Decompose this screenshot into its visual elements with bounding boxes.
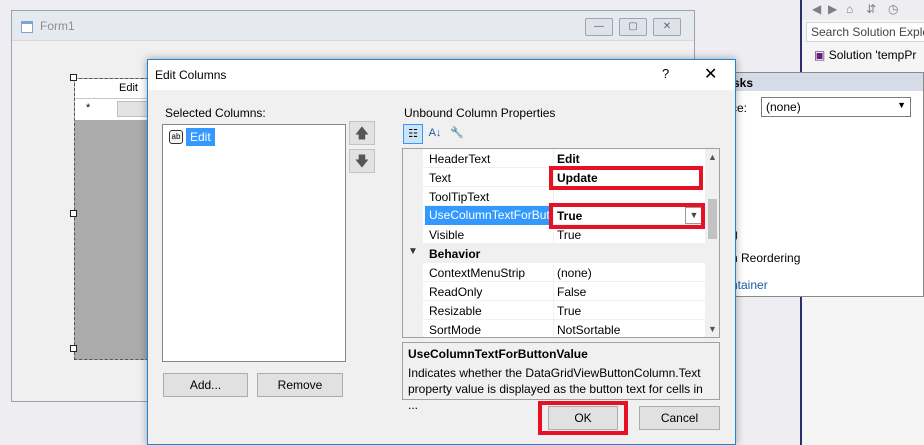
history-icon[interactable]: ◷ <box>888 2 898 16</box>
form1-title: Form1 <box>40 19 75 33</box>
scrollbar[interactable]: ▲ ▼ <box>705 149 719 337</box>
minimize-icon[interactable]: — <box>585 18 613 36</box>
property-value[interactable]: (none) <box>557 266 592 280</box>
property-value[interactable]: NotSortable <box>557 323 620 337</box>
alphabetical-icon[interactable]: A↓ <box>425 124 445 144</box>
property-name: ReadOnly <box>429 285 483 299</box>
resize-handle[interactable] <box>70 345 77 352</box>
dock-in-container-link[interactable]: ntainer <box>731 278 768 292</box>
back-icon[interactable]: ◀ <box>812 2 821 16</box>
property-name: HeaderText <box>429 152 491 166</box>
close-icon[interactable]: ✕ <box>704 64 717 84</box>
property-row-contextmenustrip[interactable]: ContextMenuStrip (none) <box>403 263 705 282</box>
property-value[interactable]: False <box>557 285 586 299</box>
dialog-title: Edit Columns <box>155 68 227 82</box>
properties-label: Unbound Column Properties <box>404 106 556 120</box>
resize-handle[interactable] <box>70 74 77 81</box>
property-name: SortMode <box>429 323 482 337</box>
search-input[interactable]: Search Solution Explor <box>806 22 924 42</box>
property-name: ContextMenuStrip <box>429 266 526 280</box>
property-name: ToolTipText <box>429 190 490 204</box>
edit-columns-dialog: Edit Columns ? ✕ Selected Columns: ab Ed… <box>147 59 736 445</box>
data-source-select[interactable]: (none) ▼ <box>761 97 911 117</box>
data-source-value: (none) <box>766 100 801 114</box>
highlight-box <box>549 203 705 229</box>
datagridview-tasks-panel: sks ce: (none) ▼ g n Reordering ntainer <box>720 72 924 297</box>
property-grid-toolbar: ☷ A↓ 🔧 <box>403 124 464 146</box>
scroll-down-icon[interactable]: ▼ <box>708 324 717 334</box>
switch-views-icon[interactable]: ⇵ <box>866 2 876 16</box>
property-value[interactable]: Edit <box>557 152 580 166</box>
scrollbar-thumb[interactable] <box>708 199 717 239</box>
description-title: UseColumnTextForButtonValue <box>408 347 588 361</box>
cancel-button[interactable]: Cancel <box>639 406 720 430</box>
grid-new-row-marker: * <box>86 102 91 114</box>
list-item-label: Edit <box>186 128 215 146</box>
solution-label: Solution 'tempPr <box>828 48 917 62</box>
selected-columns-list[interactable]: ab Edit <box>162 124 346 362</box>
help-icon[interactable]: ? <box>662 66 669 81</box>
solution-node[interactable]: ▣ Solution 'tempPr <box>814 48 916 62</box>
remove-button[interactable]: Remove <box>257 373 343 397</box>
enable-column-reordering[interactable]: n Reordering <box>731 251 800 265</box>
solution-toolbar: ◀ ▶ ⌂ ⇵ ◷ <box>802 0 924 20</box>
property-row-readonly[interactable]: ReadOnly False <box>403 282 705 301</box>
highlight-box <box>549 166 703 190</box>
move-up-button[interactable]: 🡅 <box>349 121 375 145</box>
form-icon <box>21 21 33 33</box>
scroll-up-icon[interactable]: ▲ <box>708 152 717 162</box>
highlight-box <box>538 401 628 435</box>
tasks-header: sks <box>721 73 923 91</box>
property-name: Visible <box>429 228 465 242</box>
grid-header-edit: Edit <box>119 82 138 94</box>
button-column-icon: ab <box>169 130 183 144</box>
selected-columns-label: Selected Columns: <box>165 106 266 120</box>
property-value[interactable]: True <box>557 228 581 242</box>
property-description: UseColumnTextForButtonValue Indicates wh… <box>402 342 720 412</box>
move-down-button[interactable]: 🡇 <box>349 149 375 173</box>
forward-icon[interactable]: ▶ <box>828 2 837 16</box>
category-label: Behavior <box>429 247 481 261</box>
collapse-icon[interactable]: ▼ <box>408 246 418 257</box>
form1-titlebar: Form1 — ▢ ✕ <box>12 11 694 41</box>
property-pages-icon[interactable]: 🔧 <box>447 124 467 144</box>
dialog-titlebar: Edit Columns ? ✕ <box>148 60 735 90</box>
chevron-down-icon: ▼ <box>897 100 906 110</box>
property-value[interactable]: True <box>557 304 581 318</box>
resize-handle[interactable] <box>70 210 77 217</box>
maximize-icon[interactable]: ▢ <box>619 18 647 36</box>
home-icon[interactable]: ⌂ <box>846 2 853 16</box>
property-row-resizable[interactable]: Resizable True <box>403 301 705 320</box>
category-behavior[interactable]: ▼ Behavior <box>403 244 705 263</box>
property-name: Text <box>429 171 452 185</box>
close-icon[interactable]: ✕ <box>653 18 681 36</box>
solution-icon: ▣ <box>814 48 826 62</box>
add-button[interactable]: Add... <box>163 373 248 397</box>
categorized-icon[interactable]: ☷ <box>403 124 423 144</box>
property-name: UseColumnTextForButtonValue <box>425 206 549 225</box>
property-row-sortmode[interactable]: SortMode NotSortable <box>403 320 705 337</box>
property-name: Resizable <box>429 304 482 318</box>
